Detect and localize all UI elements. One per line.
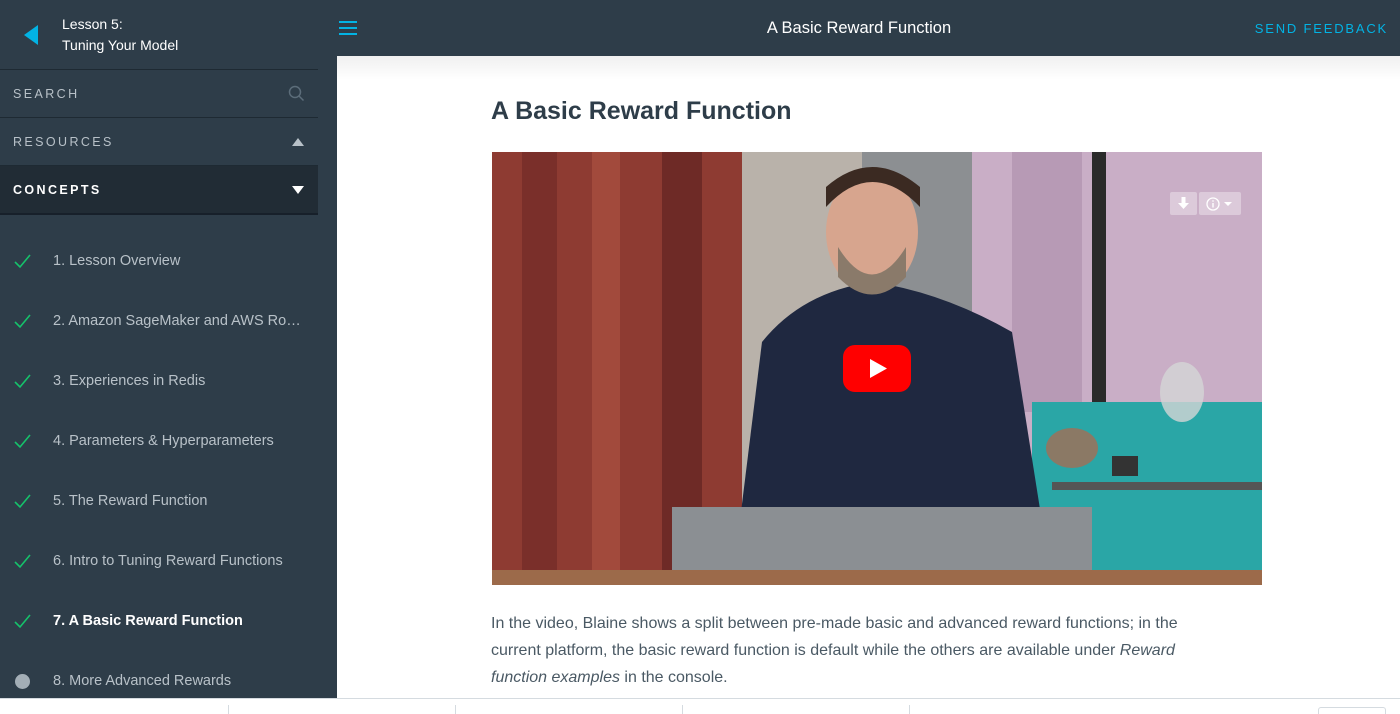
main-content: A Basic Reward Function In the video, Bl… — [337, 56, 1400, 698]
concept-item-2[interactable]: 2. Amazon SageMaker and AWS Rob... — [0, 291, 318, 351]
divider — [682, 705, 683, 714]
concept-label: 4. Parameters & Hyperparameters — [53, 433, 274, 449]
concept-item-3[interactable]: 3. Experiences in Redis — [0, 351, 318, 411]
concept-item-1[interactable]: 1. Lesson Overview — [0, 231, 318, 291]
concept-label: 8. More Advanced Rewards — [53, 673, 232, 689]
page-title: A Basic Reward Function — [491, 97, 792, 125]
concept-item-6[interactable]: 6. Intro to Tuning Reward Functions — [0, 531, 318, 591]
lesson-name: Tuning Your Model — [62, 36, 179, 53]
app-window: Lesson 5: Tuning Your Model SEARCH RESOU… — [0, 0, 1400, 714]
resources-label: RESOURCES — [13, 134, 114, 149]
top-bar: A Basic Reward Function SEND FEEDBACK — [318, 0, 1400, 56]
play-icon[interactable] — [843, 345, 911, 392]
concept-label: 5. The Reward Function — [53, 493, 208, 509]
concept-label: 7. A Basic Reward Function — [53, 613, 243, 629]
divider — [455, 705, 456, 714]
incomplete-dot-icon — [15, 673, 30, 689]
check-icon — [14, 613, 31, 628]
send-feedback-link[interactable]: SEND FEEDBACK — [1255, 21, 1388, 36]
concept-label: 3. Experiences in Redis — [53, 373, 206, 389]
check-icon — [14, 313, 31, 328]
check-icon — [14, 493, 31, 508]
concept-label: 6. Intro to Tuning Reward Functions — [53, 553, 283, 569]
resources-row[interactable]: RESOURCES — [0, 118, 318, 166]
search-icon[interactable] — [288, 85, 305, 102]
info-menu-button[interactable] — [1199, 192, 1241, 215]
bottom-bar — [0, 698, 1400, 714]
concept-item-5[interactable]: 5. The Reward Function — [0, 471, 318, 531]
concept-item-4[interactable]: 4. Parameters & Hyperparameters — [0, 411, 318, 471]
menu-button[interactable] — [318, 0, 378, 56]
lesson-header: Lesson 5: Tuning Your Model — [0, 0, 318, 70]
lesson-number: Lesson 5: — [62, 15, 123, 32]
bottom-tab[interactable] — [1318, 707, 1386, 714]
top-bar-title: A Basic Reward Function — [766, 18, 952, 37]
download-icon — [1178, 197, 1189, 209]
divider — [909, 705, 910, 714]
content-gutter — [318, 56, 337, 698]
caret-down-icon — [292, 185, 304, 194]
check-icon — [14, 373, 31, 388]
concept-label: 2. Amazon SageMaker and AWS Rob... — [53, 313, 303, 329]
concept-item-7[interactable]: 7. A Basic Reward Function — [0, 591, 318, 651]
lesson-title: Lesson 5: Tuning Your Model — [62, 14, 178, 56]
body-paragraph: In the video, Blaine shows a split betwe… — [491, 610, 1231, 691]
paragraph-tail: in the console. — [619, 669, 728, 686]
video-player[interactable] — [492, 152, 1262, 585]
search-label: SEARCH — [13, 86, 80, 101]
caret-up-icon — [292, 137, 304, 146]
concepts-row[interactable]: CONCEPTS — [0, 166, 318, 215]
concept-list: 1. Lesson Overview 2. Amazon SageMaker a… — [0, 215, 318, 698]
concept-item-8[interactable]: 8. More Advanced Rewards — [0, 651, 318, 698]
download-button[interactable] — [1170, 192, 1197, 215]
info-icon — [1206, 196, 1232, 211]
check-icon — [14, 253, 31, 268]
paragraph-text: In the video, Blaine shows a split betwe… — [491, 615, 1178, 659]
back-arrow-icon — [24, 24, 38, 45]
divider — [228, 705, 229, 714]
search-row[interactable]: SEARCH — [0, 70, 318, 118]
sidebar: Lesson 5: Tuning Your Model SEARCH RESOU… — [0, 0, 318, 698]
check-icon — [14, 433, 31, 448]
video-tools — [1170, 192, 1241, 215]
concept-label: 1. Lesson Overview — [53, 253, 181, 269]
check-icon — [14, 553, 31, 568]
back-button[interactable] — [0, 0, 62, 70]
concepts-label: CONCEPTS — [13, 182, 102, 197]
hamburger-menu-icon — [339, 21, 357, 35]
